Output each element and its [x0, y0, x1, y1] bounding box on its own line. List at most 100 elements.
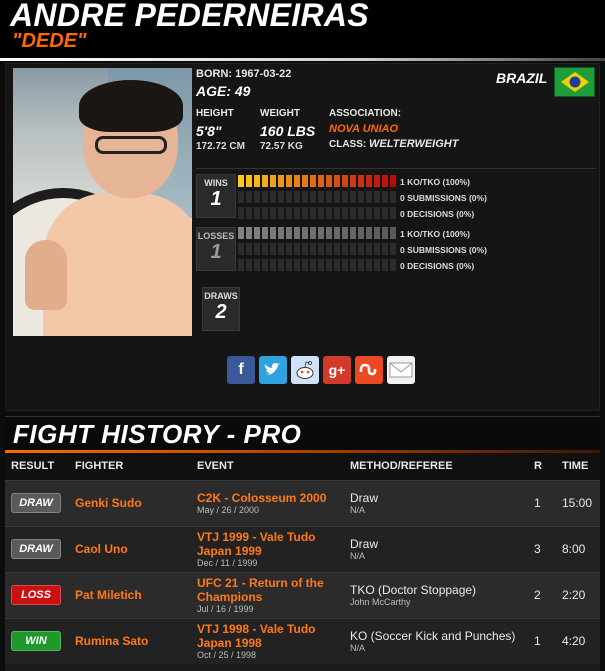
brazil-flag-icon: [554, 67, 595, 97]
event-date: May / 26 / 2000: [197, 505, 260, 515]
wins-decision-bar: [238, 207, 398, 219]
bar-segment: [278, 259, 284, 271]
bar-segment: [310, 175, 316, 187]
bar-segment: [294, 207, 300, 219]
bar-segment: [326, 243, 332, 255]
bar-segment: [238, 207, 244, 219]
bar-segment: [294, 191, 300, 203]
bar-segment: [358, 227, 364, 239]
bar-segment: [278, 243, 284, 255]
bar-segment: [350, 227, 356, 239]
bar-segment: [302, 259, 308, 271]
twitter-icon[interactable]: [259, 356, 287, 384]
bar-segment: [382, 259, 388, 271]
bar-segment: [390, 259, 396, 271]
bar-segment: [238, 227, 244, 239]
weight-value: 160 LBS: [260, 123, 316, 139]
email-icon[interactable]: [387, 356, 415, 384]
losses-ko-bar: [238, 227, 398, 239]
method: Draw: [350, 537, 379, 551]
method: KO (Soccer Kick and Punches): [350, 629, 516, 644]
bar-segment: [318, 175, 324, 187]
event-link[interactable]: VTJ 1999 - Vale Tudo Japan 1999: [197, 530, 327, 558]
round: 3: [528, 525, 556, 572]
losses-submission-bar: [238, 243, 398, 255]
event-link[interactable]: C2K - Colosseum 2000: [197, 491, 344, 505]
bar-segment: [278, 207, 284, 219]
bar-segment: [286, 259, 292, 271]
bar-segment: [286, 175, 292, 187]
referee: John McCarthy: [350, 597, 411, 607]
born-date: BORN: 1967-03-22: [196, 68, 292, 80]
fighter-link[interactable]: Caol Uno: [69, 525, 191, 572]
bar-segment: [374, 191, 380, 203]
wins-submission-text: 0 SUBMISSIONS (0%): [400, 193, 487, 203]
bar-segment: [366, 175, 372, 187]
referee: N/A: [350, 643, 366, 654]
method: Draw: [350, 491, 379, 505]
age: AGE: 49: [196, 83, 251, 99]
class-value: WELTERWEIGHT: [369, 138, 459, 150]
bar-segment: [302, 175, 308, 187]
losses-label: LOSSES: [197, 231, 235, 241]
bar-segment: [286, 227, 292, 239]
bar-segment: [390, 243, 396, 255]
bar-segment: [374, 227, 380, 239]
bar-segment: [358, 175, 364, 187]
event-link[interactable]: VTJ 1998 - Vale Tudo Japan 1998: [197, 622, 327, 650]
bar-segment: [374, 175, 380, 187]
bar-segment: [294, 227, 300, 239]
bar-segment: [350, 207, 356, 219]
bar-segment: [334, 191, 340, 203]
bar-segment: [238, 259, 244, 271]
association-label: ASSOCIATION:: [329, 108, 402, 119]
table-row: LOSS Pat Miletich UFC 21 - Return of the…: [5, 571, 600, 618]
column-header-event: EVENT: [191, 453, 344, 480]
stumbleupon-icon[interactable]: [355, 356, 383, 384]
bar-segment: [358, 191, 364, 203]
bar-segment: [238, 191, 244, 203]
bar-segment: [342, 243, 348, 255]
fighter-nickname: "DEDE": [12, 30, 87, 52]
bar-segment: [382, 175, 388, 187]
google-plus-icon[interactable]: g+: [323, 356, 351, 384]
reddit-icon[interactable]: [291, 356, 319, 384]
draws-label: DRAWS: [204, 291, 238, 301]
fighter-link[interactable]: Rumina Sato: [69, 617, 191, 664]
bar-segment: [310, 243, 316, 255]
bar-segment: [310, 227, 316, 239]
losses-count: 1: [210, 241, 222, 263]
bar-segment: [318, 243, 324, 255]
bar-segment: [318, 207, 324, 219]
time: 4:20: [556, 617, 600, 664]
association-link[interactable]: NOVA UNIAO: [329, 123, 398, 135]
bar-segment: [366, 243, 372, 255]
bar-segment: [278, 175, 284, 187]
event-link[interactable]: UFC 21 - Return of the Champions: [197, 576, 327, 604]
wins-count: 1: [210, 188, 222, 210]
bar-segment: [326, 259, 332, 271]
bar-segment: [254, 243, 260, 255]
facebook-icon[interactable]: f: [227, 356, 255, 384]
fight-history-table: RESULT FIGHTER EVENT METHOD/REFEREE R TI…: [5, 453, 600, 664]
column-header-result: RESULT: [5, 453, 69, 480]
height-value: 5'8": [196, 123, 222, 139]
bar-segment: [246, 243, 252, 255]
event-date: Dec / 11 / 1999: [197, 558, 258, 568]
bar-segment: [326, 227, 332, 239]
weight-metric: 72.57 KG: [260, 141, 303, 152]
wins-submission-bar: [238, 191, 398, 203]
fighter-link[interactable]: Genki Sudo: [69, 479, 191, 526]
header-divider: [0, 58, 605, 61]
losses-decision-text: 0 DECISIONS (0%): [400, 261, 475, 271]
bar-segment: [262, 259, 268, 271]
bar-segment: [254, 259, 260, 271]
fighter-link[interactable]: Pat Miletich: [69, 571, 191, 618]
bar-segment: [374, 259, 380, 271]
bar-segment: [254, 175, 260, 187]
losses-submission-text: 0 SUBMISSIONS (0%): [400, 245, 487, 255]
result-badge: DRAW: [11, 539, 61, 559]
bar-segment: [334, 259, 340, 271]
bar-segment: [294, 243, 300, 255]
wins-ko-text: 1 KO/TKO (100%): [400, 177, 470, 187]
